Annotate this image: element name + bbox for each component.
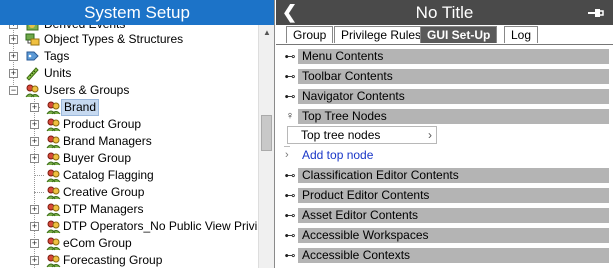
key-icon: ⊷ [284, 51, 296, 63]
tab-privilege-rules[interactable]: Privilege Rules [334, 26, 429, 43]
editor-title: No Title [415, 3, 474, 22]
tree-item[interactable]: − Users & Groups [0, 82, 258, 99]
expand-icon[interactable]: + [30, 256, 39, 265]
key-icon: ⊷ [284, 190, 296, 202]
section-accessible-contexts[interactable]: ⊷ Accessible Contexts [283, 247, 609, 264]
tree-item[interactable]: + Object Types & Structures [0, 31, 258, 48]
tab-gui-setup[interactable]: GUI Set-Up [420, 26, 498, 43]
expand-icon[interactable]: + [30, 239, 39, 248]
editor-title-bar: ❮ No Title [276, 0, 613, 25]
tree-item-selected[interactable]: + Brand [0, 99, 258, 116]
users-icon [46, 168, 61, 183]
tag-icon [25, 49, 40, 64]
tree-item[interactable]: + Units [0, 65, 258, 82]
chevron-right-icon: › [285, 149, 289, 161]
expand-icon[interactable]: + [9, 52, 18, 61]
tree-item[interactable]: Catalog Flagging [0, 167, 258, 184]
users-icon [46, 151, 61, 166]
expand-icon[interactable]: + [30, 222, 39, 231]
tree-scrollbar[interactable]: ▲ [258, 25, 274, 268]
expand-icon[interactable]: + [9, 25, 18, 29]
ruler-icon [25, 66, 40, 81]
section-classification-editor-contents[interactable]: ⊷ Classification Editor Contents [283, 167, 609, 184]
tab-group[interactable]: Group [286, 26, 334, 43]
users-icon [46, 236, 61, 251]
section-asset-editor-contents[interactable]: ⊷ Asset Editor Contents [283, 207, 609, 224]
gui-setup-panel: ❮ No Title Group Privilege Rules GUI Set… [276, 0, 613, 268]
users-icon [46, 185, 61, 200]
users-icon [46, 100, 61, 115]
users-icon [46, 219, 61, 234]
users-icon [46, 253, 61, 268]
object-types-icon [25, 32, 40, 47]
editor-tabs: Group Privilege Rules GUI Set-Up Log [276, 25, 613, 45]
section-menu-contents[interactable]: ⊷ Menu Contents [283, 48, 609, 65]
expand-icon[interactable]: + [9, 69, 18, 78]
back-arrow-icon[interactable]: ❮ [282, 0, 297, 25]
section-accessible-workspaces[interactable]: ⊷ Accessible Workspaces [283, 227, 609, 244]
section-navigator-contents[interactable]: ⊷ Navigator Contents [283, 88, 609, 105]
tree-item[interactable]: Creative Group [0, 184, 258, 201]
tree-item[interactable]: + Forecasting Group [0, 252, 258, 268]
scrollbar-thumb[interactable] [261, 115, 272, 151]
expand-icon[interactable]: + [30, 205, 39, 214]
tree-item[interactable]: + Product Group [0, 116, 258, 133]
key-icon: ⊷ [284, 91, 296, 103]
tree-item[interactable]: + DTP Operators_No Public View Privilege… [0, 218, 258, 235]
users-icon [46, 117, 61, 132]
tree-item[interactable]: + DTP Managers [0, 201, 258, 218]
key-icon: ⊷ [284, 71, 296, 83]
section-top-tree-nodes[interactable]: ♀ Top Tree Nodes [283, 108, 609, 125]
panel-title: System Setup [0, 0, 274, 25]
key-down-icon: ♀ [285, 110, 295, 122]
users-icon [46, 202, 61, 217]
expand-icon[interactable]: + [30, 120, 39, 129]
key-icon: ⊷ [284, 230, 296, 242]
top-tree-nodes-item[interactable]: Top tree nodes › [287, 126, 437, 144]
system-setup-panel: System Setup + Derived Events + Object T… [0, 0, 275, 268]
tab-log[interactable]: Log [504, 26, 539, 43]
pin-icon[interactable] [587, 0, 605, 25]
tree-item[interactable]: + Tags [0, 48, 258, 65]
users-icon [46, 134, 61, 149]
key-icon: ⊷ [284, 250, 296, 262]
expand-icon[interactable]: + [30, 154, 39, 163]
setup-tree: + Derived Events + Object Types & Struct… [0, 25, 258, 268]
tree-item[interactable]: + Brand Managers [0, 133, 258, 150]
collapse-icon[interactable]: − [9, 86, 18, 95]
key-icon: ⊷ [284, 210, 296, 222]
users-icon [25, 83, 40, 98]
tree-item[interactable]: + eCom Group [0, 235, 258, 252]
key-icon: ⊷ [284, 170, 296, 182]
expand-icon[interactable]: + [30, 103, 39, 112]
expand-icon[interactable]: + [9, 35, 18, 44]
scroll-up-icon[interactable]: ▲ [259, 25, 274, 41]
chevron-right-icon: › [428, 128, 432, 142]
section-product-editor-contents[interactable]: ⊷ Product Editor Contents [283, 187, 609, 204]
section-toolbar-contents[interactable]: ⊷ Toolbar Contents [283, 68, 609, 85]
tree-item[interactable]: + Buyer Group [0, 150, 258, 167]
expand-icon[interactable]: + [30, 137, 39, 146]
